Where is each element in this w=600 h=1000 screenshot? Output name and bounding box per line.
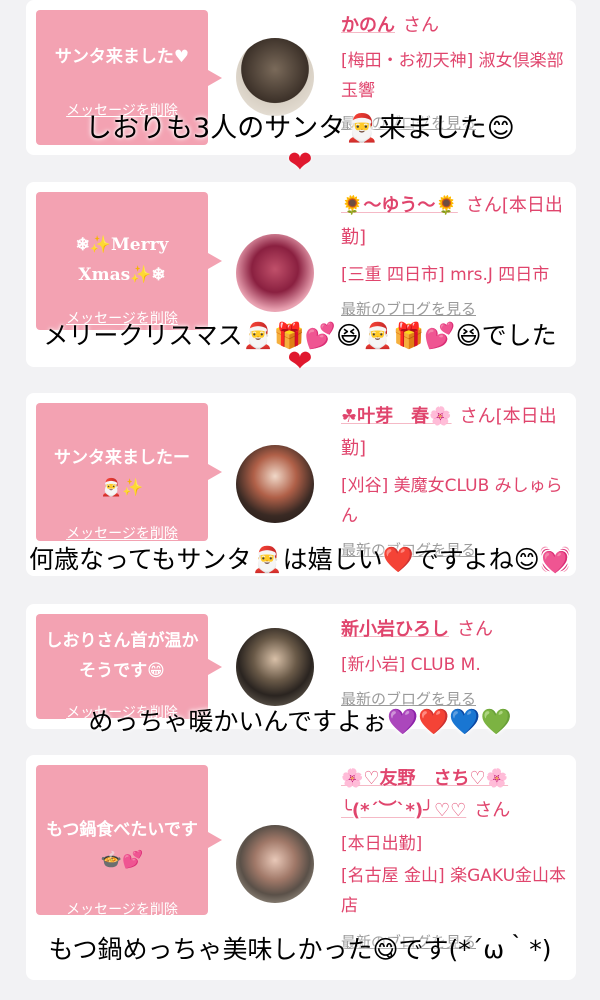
- shop-link[interactable]: [名古屋 金山] 楽GAKU金山本店: [341, 861, 571, 921]
- avatar[interactable]: [236, 628, 314, 706]
- overlay-caption: 何歳なってもサンタ🎅は嬉しい❤️ですよね😊💓: [29, 545, 571, 574]
- message-bubble: サンタ来ましたー🎅✨ メッセージを削除: [36, 403, 222, 542]
- bubble-message: サンタ来ましたー🎅✨: [54, 448, 190, 498]
- user-name-row: 🌻〜ゆう〜🌻 さん[本日出勤]: [341, 190, 571, 254]
- shop-link[interactable]: [梅田・お初天神] 淑女倶楽部 玉響: [341, 46, 571, 106]
- user-name-link[interactable]: 🌸♡友野 さち♡🌸: [341, 763, 571, 795]
- user-name-row: 新小岩ひろし さん: [341, 614, 571, 646]
- heart-icon: ❤: [287, 344, 313, 379]
- message-bubble: ❄✨Merry Xmas✨❄ メッセージを削除: [36, 192, 222, 330]
- overlay-caption: めっちゃ暖かいんですよぉ💜❤️💙💚: [88, 707, 512, 736]
- heart-icon: ❤: [287, 145, 313, 180]
- overlay-caption: もつ鍋めっちゃ美味しかった😋です(*´ω｀*): [48, 935, 552, 964]
- honorific: さん: [459, 406, 496, 427]
- user-name-row: ╰(*´︶`*)╯♡♡ さん: [341, 795, 571, 827]
- user-name-link[interactable]: ☘叶芽 春🌸: [341, 406, 452, 427]
- avatar[interactable]: [236, 825, 314, 903]
- delete-message-link[interactable]: メッセージを削除: [36, 899, 208, 919]
- honorific: さん: [474, 800, 511, 821]
- shop-link[interactable]: [刈谷] 美魔女CLUB みしゅらん: [341, 471, 571, 531]
- bubble-message: しおりさん首が温かそうです😁: [45, 631, 199, 681]
- shop-link[interactable]: [新小岩] CLUB M.: [341, 650, 571, 680]
- avatar[interactable]: [236, 38, 314, 116]
- bubble-message: もつ鍋食べたいです🍲💕: [46, 820, 198, 870]
- user-info: 🌸♡友野 さち♡🌸 ╰(*´︶`*)╯♡♡ さん [本日出勤] [名古屋 金山] …: [341, 763, 571, 952]
- honorific: さん: [457, 619, 493, 640]
- user-name-row: かのん さん: [341, 10, 571, 42]
- overlay-caption: しおりも3人のサンタ🎅来ました😊: [85, 113, 515, 144]
- user-info: 新小岩ひろし さん [新小岩] CLUB M. 最新のブログを見る: [341, 614, 571, 709]
- user-info: ☘叶芽 春🌸 さん[本日出勤] [刈谷] 美魔女CLUB みしゅらん 最新のブログ…: [341, 401, 571, 560]
- user-name-link[interactable]: 🌻〜ゆう〜🌻: [341, 195, 458, 216]
- bubble-message: ❄✨Merry Xmas✨❄: [75, 235, 169, 285]
- shop-link[interactable]: [三重 四日市] mrs.J 四日市: [341, 260, 571, 290]
- honorific: さん: [403, 15, 439, 36]
- avatar[interactable]: [236, 445, 314, 523]
- bubble-message: サンタ来ました♥: [54, 47, 190, 67]
- user-info: 🌻〜ゆう〜🌻 さん[本日出勤] [三重 四日市] mrs.J 四日市 最新のブログ…: [341, 190, 571, 319]
- message-bubble: もつ鍋食べたいです🍲💕 メッセージを削除: [36, 765, 222, 918]
- honorific: さん: [465, 195, 502, 216]
- avatar[interactable]: [236, 234, 314, 312]
- status-label: [本日出勤]: [341, 834, 423, 854]
- user-name-row: ☘叶芽 春🌸 さん[本日出勤]: [341, 401, 571, 465]
- user-name-link[interactable]: 新小岩ひろし: [341, 619, 449, 640]
- user-name-link[interactable]: かのん: [341, 15, 395, 36]
- user-name-kaomoji[interactable]: ╰(*´︶`*)╯♡♡: [341, 800, 466, 821]
